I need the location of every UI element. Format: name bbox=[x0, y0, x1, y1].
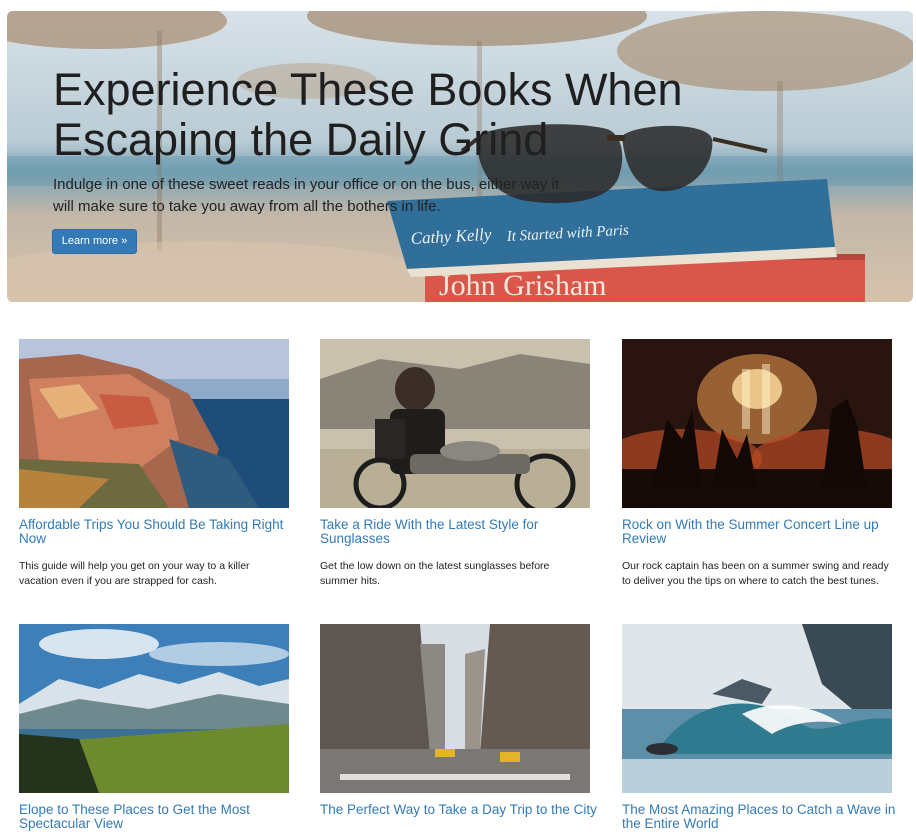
card-title[interactable]: The Most Amazing Places to Catch a Wave … bbox=[622, 803, 907, 831]
card-description: Get the low down on the latest sunglasse… bbox=[320, 560, 550, 587]
card-title[interactable]: Rock on With the Summer Concert Line up … bbox=[622, 518, 907, 546]
ocean-wave-photo[interactable] bbox=[622, 624, 892, 793]
card-title[interactable]: Take a Ride With the Latest Style for Su… bbox=[320, 518, 605, 546]
card-description: Our rock captain has been on a summer sw… bbox=[622, 560, 889, 587]
card-title[interactable]: Affordable Trips You Should Be Taking Ri… bbox=[19, 518, 304, 546]
article-card: The Most Amazing Places to Catch a Wave … bbox=[622, 624, 912, 838]
article-card: Rock on With the Summer Concert Line up … bbox=[622, 339, 912, 589]
learn-more-button[interactable]: Learn more » bbox=[52, 229, 137, 254]
hero-jumbotron: John Grisham Cathy Kelly It Started with… bbox=[7, 11, 913, 302]
card-title[interactable]: The Perfect Way to Take a Day Trip to th… bbox=[320, 803, 605, 817]
city-street-photo[interactable] bbox=[320, 624, 590, 793]
hero-subtitle: Indulge in one of these sweet reads in y… bbox=[53, 176, 559, 215]
card-description: This guide will help you get on your way… bbox=[19, 560, 250, 587]
motorcycle-rider-photo[interactable] bbox=[320, 339, 590, 508]
article-card: Affordable Trips You Should Be Taking Ri… bbox=[19, 339, 309, 589]
hero-title: Experience These Books When Escaping the… bbox=[53, 64, 683, 165]
article-card: Take a Ride With the Latest Style for Su… bbox=[320, 339, 610, 589]
mountain-lake-photo[interactable] bbox=[19, 624, 289, 793]
article-card: Elope to These Places to Get the Most Sp… bbox=[19, 624, 309, 838]
article-card: The Perfect Way to Take a Day Trip to th… bbox=[320, 624, 610, 830]
concert-crowd-photo[interactable] bbox=[622, 339, 892, 508]
coastal-village-photo[interactable] bbox=[19, 339, 289, 508]
card-title[interactable]: Elope to These Places to Get the Most Sp… bbox=[19, 803, 304, 831]
